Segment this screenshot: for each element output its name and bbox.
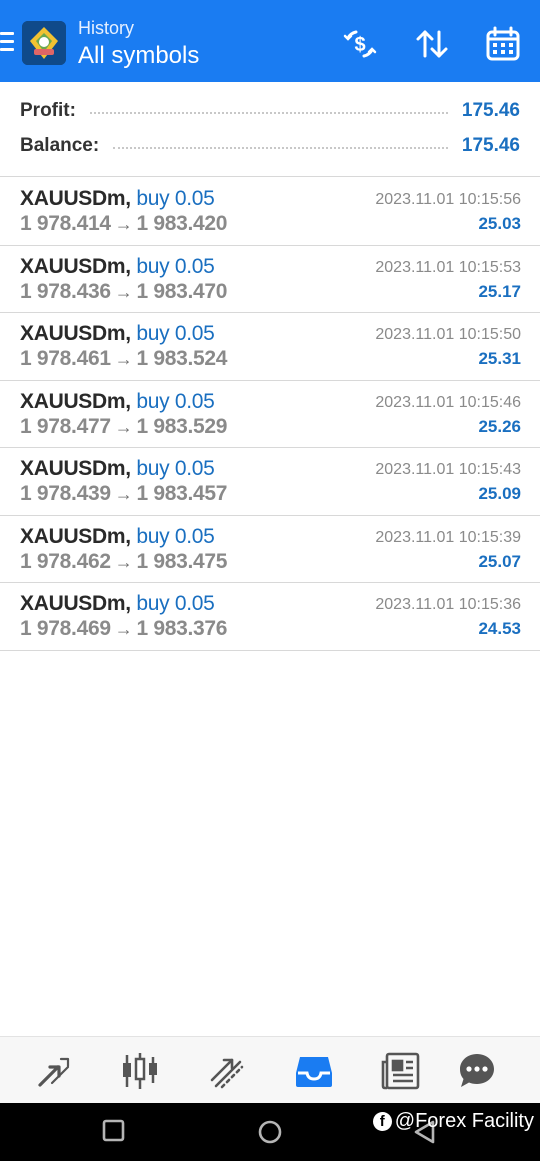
chat-icon[interactable] (455, 1049, 499, 1093)
deal-profit: 25.26 (478, 416, 521, 436)
arrow-right-icon: → (114, 619, 133, 639)
arrow-right-icon: → (114, 484, 133, 504)
deal-symbol: XAUUSDm, (20, 592, 131, 615)
close-price: 1 983.524 (136, 347, 228, 370)
close-price: 1 983.420 (136, 212, 228, 235)
quotes-icon[interactable] (32, 1049, 76, 1093)
open-price: 1 978.414 (20, 212, 111, 235)
close-price: 1 983.529 (136, 414, 228, 438)
deal-time: 2023.11.01 10:15:53 (375, 258, 521, 276)
deal-side: buy 0.05 (136, 457, 215, 480)
app-logo (22, 21, 66, 65)
deal-side: buy 0.05 (136, 524, 215, 548)
deal-profit: 25.03 (478, 214, 521, 233)
watermark-text: @Forex Facility (394, 1110, 534, 1132)
home-button[interactable] (257, 1119, 283, 1150)
dollar-refresh-icon[interactable]: $ (342, 26, 378, 62)
dotted-leader (113, 147, 448, 149)
page-title[interactable]: All symbols (78, 41, 199, 71)
recents-button[interactable] (102, 1119, 126, 1148)
balance-label: Balance: (20, 135, 100, 156)
deal-time: 2023.11.01 10:15:43 (375, 461, 521, 478)
arrow-right-icon: → (114, 281, 133, 302)
bottom-nav (0, 1036, 540, 1103)
deal-symbol: XAUUSDm, (20, 524, 131, 548)
chart-icon[interactable] (118, 1049, 162, 1093)
open-price: 1 978.439 (20, 482, 111, 505)
deal-side: buy 0.05 (136, 592, 215, 615)
deal-symbol: XAUUSDm, (20, 322, 131, 345)
close-price: 1 983.470 (136, 279, 228, 303)
deal-symbol: XAUUSDm, (20, 254, 131, 278)
deal-row[interactable]: XAUUSDm, buy 0.05 1 978.414 → 1 983.420 20… (0, 178, 540, 246)
deal-time: 2023.11.01 10:15:46 (375, 393, 521, 411)
deal-time: 2023.11.01 10:15:36 (375, 596, 521, 613)
arrow-right-icon: → (114, 551, 133, 572)
deal-symbol: XAUUSDm, (20, 457, 131, 480)
deal-profit: 25.09 (478, 484, 521, 503)
deal-row[interactable]: XAUUSDm, buy 0.05 1 978.439 → 1 983.457 20… (0, 448, 540, 516)
profit-row: Profit: 175.46 (20, 96, 520, 126)
top-app-bar: History All symbols $ (0, 0, 540, 82)
profit-value: 175.46 (461, 100, 520, 121)
deal-time: 2023.11.01 10:15:56 (375, 191, 521, 208)
deal-side: buy 0.05 (136, 187, 215, 210)
deal-symbol: XAUUSDm, (20, 187, 131, 210)
trade-icon[interactable] (205, 1049, 249, 1093)
summary-panel: Profit: 175.46 Balance: 175.46 (0, 82, 540, 177)
profit-label: Profit: (20, 100, 76, 121)
news-icon[interactable] (378, 1049, 422, 1093)
deal-profit: 25.17 (478, 281, 521, 301)
deal-profit: 25.31 (478, 349, 521, 368)
arrow-right-icon: → (114, 214, 133, 234)
watermark: f @Forex Facility (372, 1110, 534, 1133)
deal-row[interactable]: XAUUSDm, buy 0.05 1 978.461 → 1 983.524 20… (0, 313, 540, 381)
deal-side: buy 0.05 (136, 254, 215, 278)
deal-time: 2023.11.01 10:15:39 (375, 528, 521, 546)
arrow-right-icon: → (114, 416, 133, 437)
deal-time: 2023.11.01 10:15:50 (375, 326, 521, 343)
svg-text:$: $ (354, 34, 365, 56)
arrow-right-icon: → (114, 349, 133, 369)
deal-row[interactable]: XAUUSDm, buy 0.05 1 978.462 → 1 983.475 20… (0, 516, 540, 583)
deal-row[interactable]: XAUUSDm, buy 0.05 1 978.469 → 1 983.376 20… (0, 583, 540, 651)
deal-profit: 25.07 (478, 551, 521, 571)
open-price: 1 978.436 (20, 279, 111, 303)
deal-symbol: XAUUSDm, (20, 389, 131, 413)
sort-icon[interactable] (414, 26, 450, 62)
open-price: 1 978.469 (20, 617, 111, 640)
deals-list: XAUUSDm, buy 0.05 1 978.414 → 1 983.420 20… (0, 178, 540, 651)
close-price: 1 983.457 (136, 482, 228, 505)
history-icon[interactable] (292, 1049, 336, 1093)
deal-profit: 24.53 (478, 619, 521, 638)
calendar-icon[interactable] (485, 26, 521, 62)
close-price: 1 983.475 (136, 549, 228, 573)
dotted-leader (89, 112, 448, 114)
open-price: 1 978.462 (20, 549, 111, 573)
deal-side: buy 0.05 (136, 389, 215, 413)
deal-row[interactable]: XAUUSDm, buy 0.05 1 978.477 → 1 983.529 20… (0, 381, 540, 448)
page-subtitle: History (78, 18, 135, 38)
menu-icon[interactable] (0, 32, 14, 52)
open-price: 1 978.461 (20, 347, 111, 370)
close-price: 1 983.376 (136, 617, 228, 640)
open-price: 1 978.477 (20, 414, 111, 438)
deal-side: buy 0.05 (136, 322, 215, 345)
balance-row: Balance: 175.46 (20, 131, 520, 161)
balance-value: 175.46 (461, 135, 520, 156)
facebook-icon: f (372, 1112, 392, 1131)
deal-row[interactable]: XAUUSDm, buy 0.05 1 978.436 → 1 983.470 20… (0, 246, 540, 313)
